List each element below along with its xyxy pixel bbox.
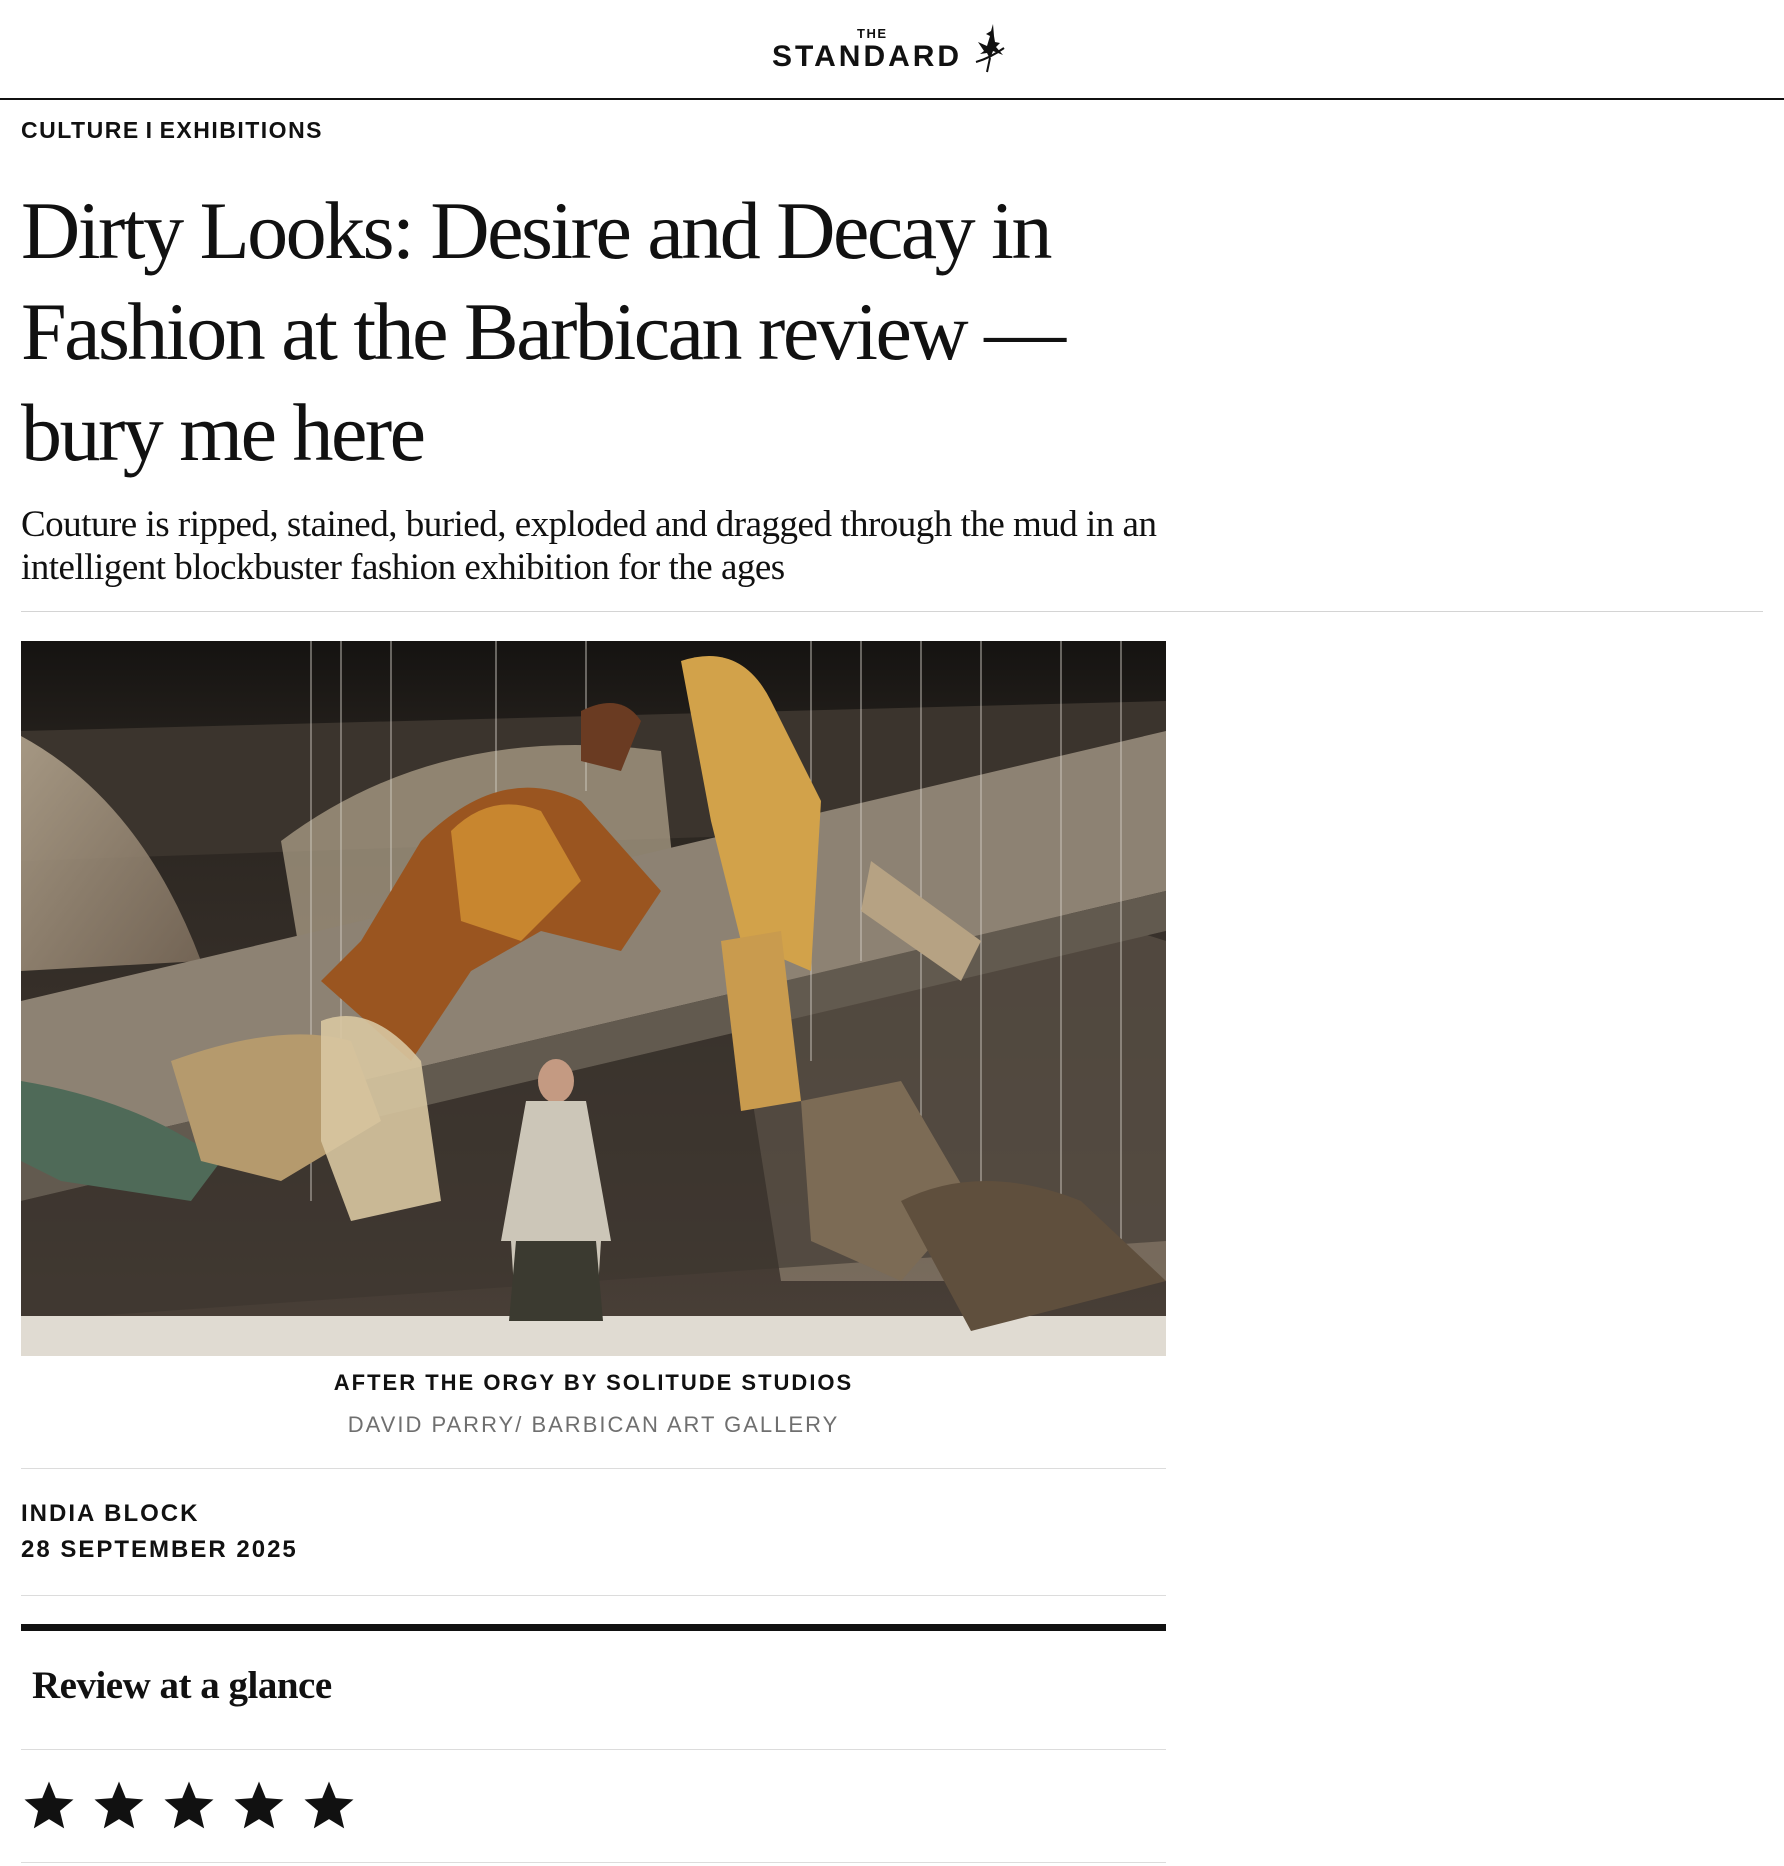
divider [21,1468,1166,1469]
review-box-rule [21,1624,1166,1631]
star-icon [234,1781,284,1829]
logo-the: THE [857,26,888,41]
logo-wordmark: STANDARD [772,40,963,73]
eros-figure-icon [975,24,1005,73]
site-logo[interactable]: THE STANDARD [772,22,1012,78]
standfirst: Couture is ripped, stained, buried, expl… [21,504,1157,588]
star-icon [304,1781,354,1829]
breadcrumb: CULTURE I EXHIBITIONS [21,117,323,144]
divider [21,611,1763,612]
breadcrumb-culture[interactable]: CULTURE [21,117,140,143]
star-icon [24,1781,74,1829]
divider [21,1595,1166,1596]
star-icon [94,1781,144,1829]
masthead: THE STANDARD [0,0,1784,100]
headline: Dirty Looks: Desire and Decay in Fashion… [21,185,1066,478]
divider [21,1862,1166,1863]
hero-image [21,641,1166,1356]
image-caption: AFTER THE ORGY BY SOLITUDE STUDIOS [333,1370,854,1395]
publish-date: 28 SEPTEMBER 2025 [21,1536,298,1563]
review-box-title: Review at a glance [32,1664,332,1707]
divider [21,1749,1166,1750]
image-credit: DAVID PARRY/ BARBICAN ART GALLERY [347,1412,840,1437]
breadcrumb-exhibitions[interactable]: EXHIBITIONS [160,117,323,143]
author-byline[interactable]: INDIA BLOCK [21,1500,199,1528]
star-icon [164,1781,214,1829]
breadcrumb-separator: I [145,117,154,143]
